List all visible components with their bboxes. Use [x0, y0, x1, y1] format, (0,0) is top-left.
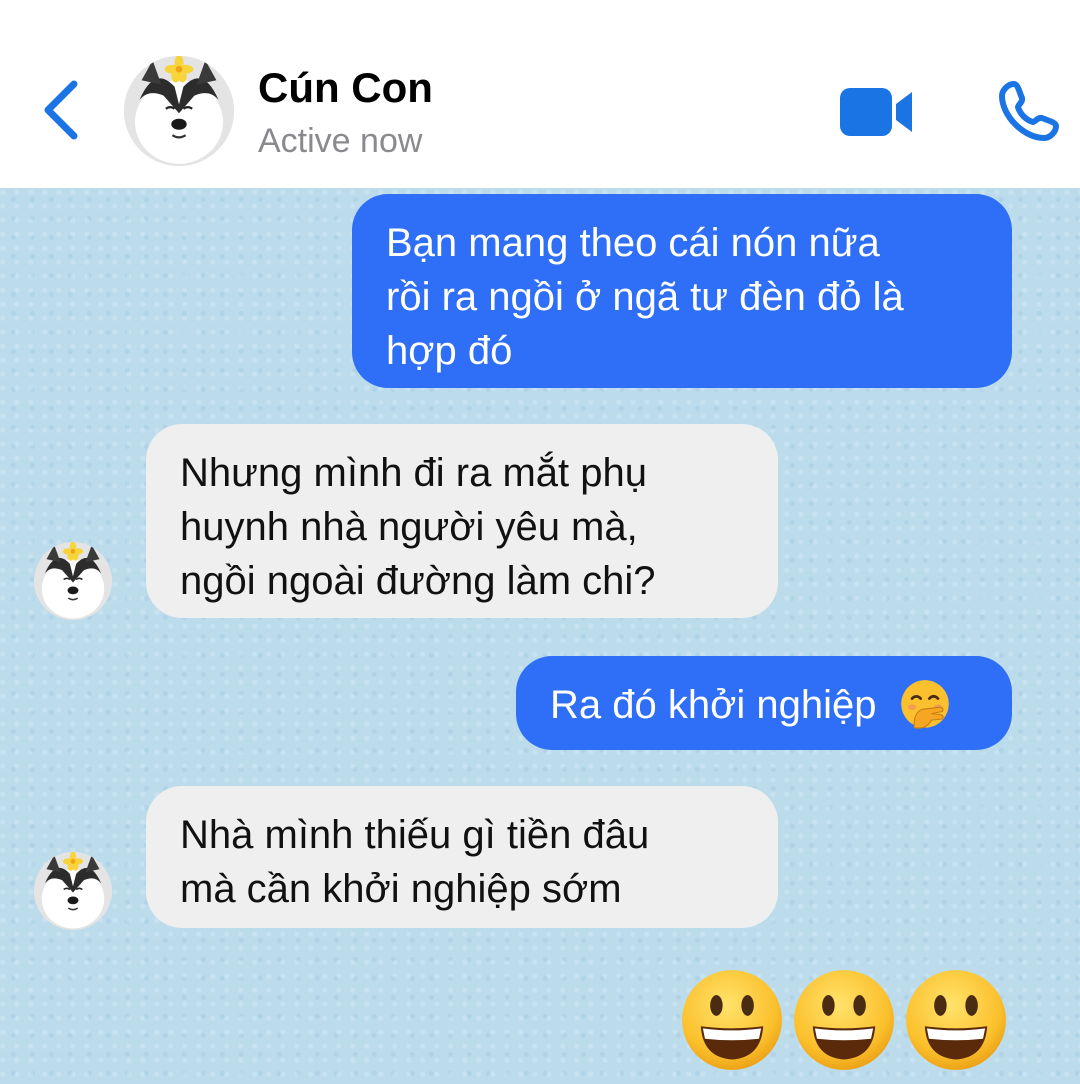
hand-over-mouth-emoji-icon	[900, 680, 949, 730]
contact-avatar-small[interactable]	[34, 542, 112, 620]
back-button[interactable]	[36, 78, 92, 142]
video-camera-icon	[840, 88, 912, 136]
message-bubble-incoming[interactable]: Nhưng mình đi ra mắt phụ huynh nhà người…	[146, 424, 778, 618]
message-line: ngồi ngoài đường làm chi?	[180, 559, 656, 603]
grinning-face-emoji-icon	[680, 968, 784, 1072]
contact-avatar[interactable]	[124, 56, 234, 166]
phone-icon	[999, 81, 1059, 141]
contact-name[interactable]: Cún Con	[258, 64, 433, 112]
message-line: Nhưng mình đi ra mắt phụ	[180, 451, 648, 495]
voice-call-button[interactable]	[998, 80, 1060, 142]
message-line: Bạn mang theo cái nón nữa	[386, 221, 880, 265]
chat-header: Cún Con Active now	[0, 0, 1080, 188]
message-bubble-outgoing[interactable]: Ra đó khởi nghiệp	[516, 656, 1012, 750]
message-bubble-incoming[interactable]: Nhà mình thiếu gì tiền đâu mà cần khởi n…	[146, 786, 778, 928]
message-line: huynh nhà người yêu mà,	[180, 505, 638, 549]
message-bubble-outgoing[interactable]: Bạn mang theo cái nón nữa rồi ra ngồi ở …	[352, 194, 1012, 388]
chevron-left-icon	[44, 80, 78, 140]
video-call-button[interactable]	[838, 86, 914, 138]
message-line: rồi ra ngồi ở ngã tư đèn đỏ là	[386, 275, 904, 319]
message-line: Nhà mình thiếu gì tiền đâu	[180, 813, 650, 857]
active-status: Active now	[258, 122, 423, 160]
grinning-face-emoji-icon	[792, 968, 896, 1072]
contact-avatar-small[interactable]	[34, 852, 112, 930]
message-line: mà cần khởi nghiệp sớm	[180, 867, 622, 911]
emoji-message[interactable]	[680, 968, 1020, 1074]
message-line: Ra đó khởi nghiệp	[550, 683, 877, 728]
message-line: hợp đó	[386, 329, 513, 373]
grinning-face-emoji-icon	[904, 968, 1008, 1072]
